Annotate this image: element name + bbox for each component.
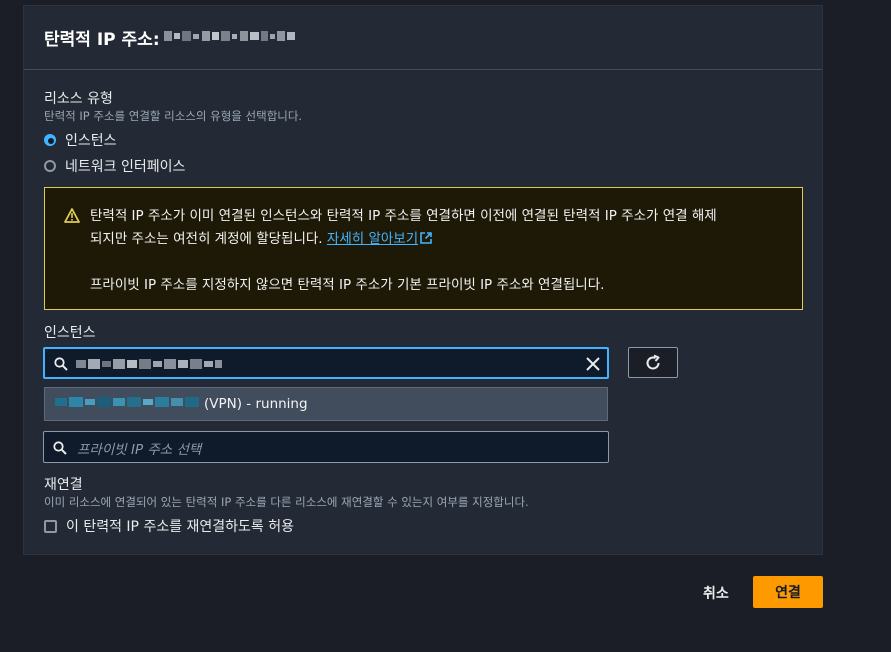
associate-button[interactable]: 연결 <box>753 576 823 608</box>
panel-header: 탄력적 IP 주소: <box>24 6 822 70</box>
resource-type-description: 탄력적 IP 주소를 연결할 리소스의 유형을 선택합니다. <box>44 109 303 123</box>
warning-icon <box>64 208 80 227</box>
resource-type-label: 리소스 유형 <box>44 91 113 107</box>
reassociate-checkbox-label: 이 탄력적 IP 주소를 재연결하도록 허용 <box>66 519 295 535</box>
alert-line-2: 되지만 주소는 여전히 계정에 할당됩니다. 자세히 알아보기 <box>90 228 790 251</box>
associate-button-label: 연결 <box>775 585 801 601</box>
radio-instance[interactable]: 인스턴스 <box>44 130 117 150</box>
radio-network-interface-indicator[interactable] <box>44 160 56 172</box>
external-link-icon <box>420 232 432 244</box>
associate-eip-panel: 탄력적 IP 주소: 리소스 유형 탄력적 IP 주소를 연결할 리소스의 유형… <box>23 5 823 555</box>
cancel-button[interactable]: 취소 <box>703 583 729 603</box>
refresh-icon <box>646 354 660 369</box>
redacted-instance-name <box>55 394 201 414</box>
instance-search-input[interactable] <box>43 347 609 379</box>
radio-instance-indicator[interactable] <box>44 134 56 146</box>
warning-alert: 탄력적 IP 주소가 이미 연결된 인스턴스와 탄력적 IP 주소를 연결하면 … <box>44 187 803 310</box>
instance-label: 인스턴스 <box>44 325 96 341</box>
radio-network-interface[interactable]: 네트워크 인터페이스 <box>44 156 185 176</box>
search-icon <box>53 440 67 459</box>
reassociate-description: 이미 리소스에 연결되어 있는 탄력적 IP 주소를 다른 리소스에 재연결할 … <box>44 495 529 509</box>
reassociate-checkbox-row[interactable]: 이 탄력적 IP 주소를 재연결하도록 허용 <box>44 516 294 536</box>
clear-icon[interactable] <box>586 356 600 375</box>
page-title: 탄력적 IP 주소: <box>44 30 160 50</box>
alert-body: 탄력적 IP 주소가 이미 연결된 인스턴스와 탄력적 IP 주소를 연결하면 … <box>90 205 790 297</box>
private-ip-placeholder: 프라이빗 IP 주소 선택 <box>77 442 202 458</box>
instance-option-status: (VPN) - running <box>204 396 308 412</box>
radio-network-interface-label: 네트워크 인터페이스 <box>65 159 186 175</box>
reassociate-checkbox[interactable] <box>44 519 57 533</box>
instance-dropdown-option[interactable]: (VPN) - running <box>44 387 608 421</box>
private-ip-select[interactable]: 프라이빗 IP 주소 선택 <box>43 431 609 463</box>
alert-line-3: 프라이빗 IP 주소를 지정하지 않으면 탄력적 IP 주소가 기본 프라이빗 … <box>90 277 605 293</box>
refresh-button[interactable] <box>628 347 678 378</box>
alert-line-1: 탄력적 IP 주소가 이미 연결된 인스턴스와 탄력적 IP 주소를 연결하면 … <box>90 208 717 224</box>
learn-more-link-text: 자세히 알아보기 <box>326 231 419 247</box>
alert-line-2-text: 되지만 주소는 여전히 계정에 할당됩니다. <box>90 231 323 247</box>
learn-more-link[interactable]: 자세히 알아보기 <box>327 231 432 247</box>
redacted-instance-search-text <box>76 356 222 375</box>
redacted-ip-address <box>163 28 296 47</box>
search-icon <box>54 356 68 375</box>
reassociate-label: 재연결 <box>44 477 83 493</box>
radio-instance-label: 인스턴스 <box>65 133 117 149</box>
